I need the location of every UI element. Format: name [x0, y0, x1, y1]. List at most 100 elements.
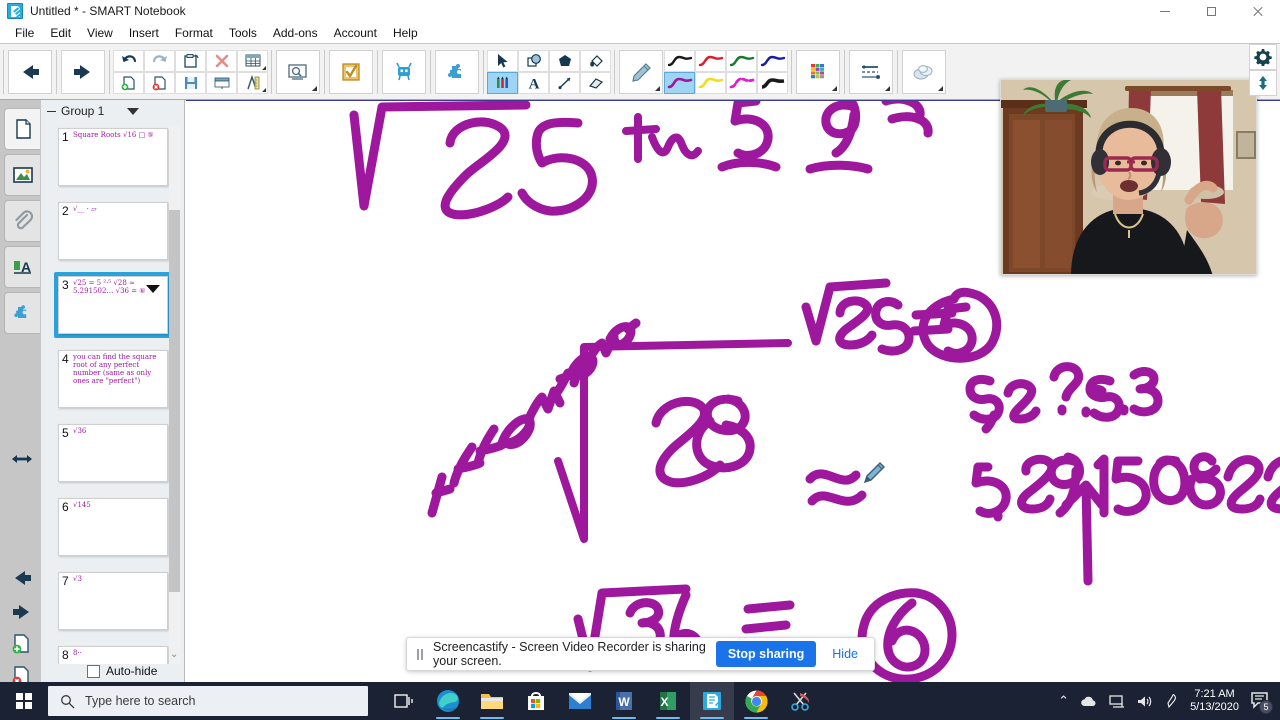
- page-menu-chevron-down-icon[interactable]: [146, 285, 160, 293]
- stroke-blue[interactable]: [757, 49, 788, 72]
- menu-view[interactable]: View: [79, 22, 121, 44]
- move-toolbar-button[interactable]: [1249, 70, 1277, 96]
- close-button[interactable]: [1234, 0, 1280, 22]
- list-item[interactable]: 7 √3: [54, 568, 172, 634]
- settings-gear-button[interactable]: [1249, 44, 1277, 70]
- taskbar-task-view[interactable]: [382, 682, 426, 720]
- eraser-tool[interactable]: [580, 71, 611, 94]
- line-tool[interactable]: [549, 71, 580, 94]
- screen-shade-button[interactable]: [206, 71, 237, 94]
- previous-page-button[interactable]: [8, 49, 52, 94]
- taskbar-clock[interactable]: 7:21 AM 5/13/2020: [1190, 688, 1239, 714]
- auto-hide-checkbox[interactable]: [87, 664, 100, 678]
- redo-button[interactable]: [144, 49, 175, 72]
- minus-icon[interactable]: [47, 107, 56, 116]
- list-item[interactable]: 2 √__ · ▱: [54, 198, 172, 264]
- menu-account[interactable]: Account: [326, 22, 385, 44]
- list-item[interactable]: 5 √36: [54, 420, 172, 486]
- stop-sharing-button[interactable]: Stop sharing: [715, 641, 817, 667]
- maximize-button[interactable]: [1188, 0, 1234, 22]
- pen-icon[interactable]: [1164, 693, 1179, 709]
- menu-tools[interactable]: Tools: [221, 22, 265, 44]
- delete-page-button[interactable]: [144, 71, 175, 94]
- menu-format[interactable]: Format: [167, 22, 221, 44]
- screen-capture-button[interactable]: [276, 49, 320, 94]
- object-transparency-button[interactable]: [902, 49, 946, 94]
- sidebar-tab-properties[interactable]: A: [4, 246, 40, 288]
- stroke-magenta-dash[interactable]: [726, 71, 757, 94]
- page-sorter-scrollbar[interactable]: ⌄: [169, 126, 180, 664]
- chevron-up-icon[interactable]: ⌃: [1058, 693, 1069, 709]
- fill-tool[interactable]: [580, 49, 611, 72]
- taskbar-file-explorer[interactable]: [470, 682, 514, 720]
- stroke-black-calligraphy[interactable]: [757, 71, 788, 94]
- group-header[interactable]: Group 1: [41, 100, 184, 122]
- taskbar-word[interactable]: W: [602, 682, 646, 720]
- sidebar-tab-addons[interactable]: [4, 292, 40, 334]
- menu-insert[interactable]: Insert: [121, 22, 167, 44]
- hide-button[interactable]: Hide: [826, 647, 864, 661]
- panel-add-page-button[interactable]: [8, 630, 36, 658]
- menu-edit[interactable]: Edit: [42, 22, 79, 44]
- sidebar-tab-page-sorter[interactable]: [4, 108, 40, 150]
- select-tool[interactable]: [487, 49, 518, 72]
- auto-hide-toggle[interactable]: Auto-hide: [87, 664, 157, 678]
- taskbar-smart-notebook[interactable]: [690, 682, 734, 720]
- save-button[interactable]: [175, 71, 206, 94]
- panel-back-button[interactable]: [8, 564, 36, 592]
- taskbar-microsoft-store[interactable]: [514, 682, 558, 720]
- page-thumbnail-list[interactable]: 1 Square Roots √16 □ ⑤ 2 √__ · ▱ 3 √25 =…: [41, 124, 185, 664]
- add-ons-button[interactable]: [382, 49, 426, 94]
- start-button[interactable]: [0, 682, 48, 720]
- webcam-overlay[interactable]: [1000, 79, 1257, 275]
- cloud-icon[interactable]: [1080, 695, 1097, 708]
- undo-button[interactable]: [113, 49, 144, 72]
- menu-add-ons[interactable]: Add-ons: [265, 22, 326, 44]
- list-item[interactable]: 8 8··: [54, 642, 172, 664]
- speaker-icon[interactable]: [1136, 694, 1153, 709]
- color-palette-button[interactable]: [796, 49, 840, 94]
- list-item[interactable]: 4 you can find the square root of any pe…: [54, 346, 172, 412]
- smart-response-button[interactable]: [329, 49, 373, 94]
- stroke-black[interactable]: [664, 49, 695, 72]
- add-page-button[interactable]: [113, 71, 144, 94]
- insert-table-button[interactable]: [237, 49, 268, 72]
- delete-button[interactable]: [206, 49, 237, 72]
- paste-button[interactable]: [175, 49, 206, 72]
- list-item[interactable]: 1 Square Roots √16 □ ⑤: [54, 124, 172, 190]
- list-item[interactable]: 3 √25 = 5 ²·⁵ √28 ≈ 5.291502… √36 = ⑥: [54, 272, 172, 338]
- polygon-tool[interactable]: [549, 49, 580, 72]
- stroke-red[interactable]: [695, 49, 726, 72]
- list-item[interactable]: 6 √145: [54, 494, 172, 560]
- smart-lab-button[interactable]: [435, 49, 479, 94]
- line-style-button[interactable]: [849, 49, 893, 94]
- taskbar-snip-sketch[interactable]: [778, 682, 822, 720]
- text-tool[interactable]: A: [518, 71, 549, 94]
- measurement-tools-button[interactable]: [237, 71, 268, 94]
- menu-file[interactable]: File: [7, 22, 42, 44]
- taskbar-excel[interactable]: X: [646, 682, 690, 720]
- next-page-button[interactable]: [61, 49, 105, 94]
- taskbar-chrome[interactable]: [734, 682, 778, 720]
- stroke-yellow[interactable]: [695, 71, 726, 94]
- stroke-purple[interactable]: [664, 71, 695, 94]
- sidebar-tab-attachments[interactable]: [4, 200, 40, 242]
- pens-tool[interactable]: [487, 71, 518, 94]
- network-icon[interactable]: [1108, 694, 1125, 709]
- chevron-down-icon[interactable]: ⌄: [170, 649, 178, 660]
- menu-help[interactable]: Help: [385, 22, 426, 44]
- minimize-button[interactable]: [1142, 0, 1188, 22]
- shapes-tool[interactable]: [518, 49, 549, 72]
- notification-center-button[interactable]: 5: [1250, 691, 1273, 714]
- taskbar-search-box[interactable]: Type here to search: [48, 686, 368, 716]
- pen-properties-button[interactable]: [619, 49, 663, 94]
- pause-icon[interactable]: [417, 648, 423, 660]
- taskbar-mail[interactable]: [558, 682, 602, 720]
- stroke-green[interactable]: [726, 49, 757, 72]
- sidebar-tab-gallery[interactable]: [4, 154, 40, 196]
- chevron-down-icon[interactable]: [127, 107, 140, 115]
- panel-resize-handle[interactable]: [8, 445, 36, 473]
- panel-forward-button[interactable]: [8, 598, 36, 626]
- taskbar-edge[interactable]: [426, 682, 470, 720]
- scrollbar-thumb[interactable]: [169, 210, 180, 592]
